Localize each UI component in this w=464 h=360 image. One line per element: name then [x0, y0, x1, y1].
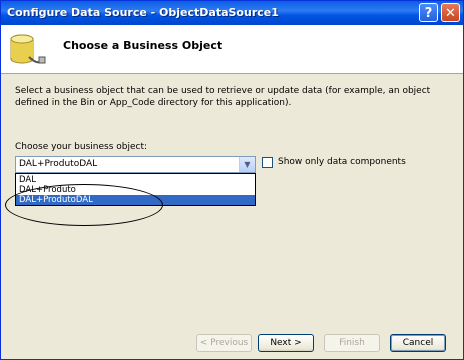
wizard-header: Choose a Business Object	[1, 25, 463, 74]
database-connector-icon	[10, 34, 46, 64]
help-button[interactable]: ?	[419, 3, 438, 22]
window-title: Configure Data Source - ObjectDataSource…	[7, 6, 279, 19]
chevron-down-icon[interactable]: ▼	[239, 157, 255, 172]
business-object-list[interactable]: DAL DAL+Produto DAL+ProdutoDAL	[15, 173, 256, 206]
close-button[interactable]: ✕	[441, 3, 460, 22]
cancel-button[interactable]: Cancel	[390, 334, 446, 352]
list-item[interactable]: DAL	[16, 175, 255, 185]
business-object-dropdown[interactable]: DAL+ProdutoDAL ▼	[15, 156, 256, 173]
list-item-selected[interactable]: DAL+ProdutoDAL	[16, 195, 255, 205]
list-item[interactable]: DAL+Produto	[16, 185, 255, 195]
business-object-selected-value: DAL+ProdutoDAL	[19, 159, 98, 169]
page-title: Choose a Business Object	[63, 39, 223, 52]
previous-button[interactable]: < Previous	[196, 334, 252, 352]
title-bar[interactable]: Configure Data Source - ObjectDataSource…	[1, 1, 463, 25]
configure-data-source-window: Configure Data Source - ObjectDataSource…	[0, 0, 464, 360]
only-data-components-label: Show only data components	[278, 157, 406, 167]
only-data-components-checkbox[interactable]	[262, 157, 273, 168]
business-object-label: Choose your business object:	[15, 142, 148, 152]
description-text: Select a business object that can be use…	[15, 86, 431, 108]
finish-button[interactable]: Finish	[324, 334, 380, 352]
next-button[interactable]: Next >	[258, 334, 314, 352]
